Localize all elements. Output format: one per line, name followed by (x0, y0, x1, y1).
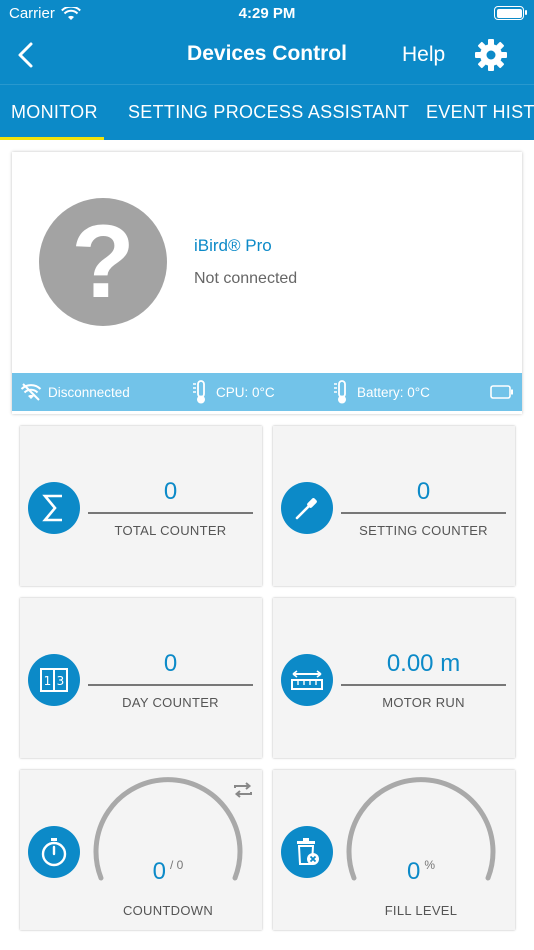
total-counter-label: TOTAL COUNTER (114, 523, 227, 538)
countdown-value-group: 0 / 0 (88, 858, 248, 886)
device-battery-icon (490, 373, 514, 411)
thermometer-icon (193, 380, 205, 404)
countdown-value: 0 (152, 858, 166, 885)
countdown-max: / 0 (170, 858, 184, 872)
fill-level-value-group: 0% (341, 858, 501, 886)
device-card: ? iBird® Pro Not connected Disconnected (12, 152, 522, 414)
battery-temperature-label: Battery: 0°C (357, 384, 430, 400)
countdown-label: COUNTDOWN (122, 903, 214, 918)
wifi-off-icon (20, 383, 42, 401)
connection-status: Not connected (194, 270, 298, 287)
trash-icon (281, 826, 333, 878)
device-info-bar: Disconnected CPU: 0°C Battery: 0°C (12, 373, 522, 411)
gear-icon[interactable] (473, 37, 509, 73)
fill-level-value: 0 (406, 858, 421, 885)
ruler-icon (281, 654, 333, 706)
total-counter-tile: 0 TOTAL COUNTER (20, 426, 262, 586)
monitor-content: ? iBird® Pro Not connected Disconnected (0, 140, 534, 950)
tab-event-history[interactable]: EVENT HISTO (426, 102, 534, 123)
fill-level-label: FILL LEVEL (384, 903, 458, 918)
divider (88, 684, 253, 686)
svg-text:3: 3 (57, 674, 65, 688)
network-status: Disconnected (20, 373, 130, 411)
tab-setting-process-assistant[interactable]: SETTING PROCESS ASSISTANT (128, 102, 409, 123)
calendar-counter-icon: 1 3 (28, 654, 80, 706)
divider (341, 512, 506, 514)
app: Carrier 4:29 PM Devices Control Help MON… (0, 0, 534, 950)
setting-counter-label: SETTING COUNTER (359, 523, 488, 538)
navigation-bar: Devices Control Help (0, 28, 534, 84)
pipette-icon (281, 482, 333, 534)
device-avatar: ? (39, 198, 167, 326)
motor-run-value: 0.00 m (386, 650, 461, 677)
network-status-label: Disconnected (48, 384, 130, 400)
phone-battery-icon (494, 6, 527, 20)
motor-run-tile: 0.00 m MOTOR RUN (273, 598, 515, 758)
divider (88, 512, 253, 514)
cpu-temperature: CPU: 0°C (192, 373, 275, 411)
day-counter-value: 0 (163, 650, 178, 677)
tab-bar: MONITOR SETTING PROCESS ASSISTANT EVENT … (0, 84, 534, 140)
question-mark-icon: ? (71, 204, 135, 320)
total-counter-value: 0 (163, 478, 178, 505)
svg-text:1: 1 (44, 674, 52, 688)
tab-monitor[interactable]: MONITOR (11, 102, 98, 123)
repeat-icon[interactable] (232, 780, 254, 800)
help-button[interactable]: Help (402, 43, 445, 67)
setting-counter-tile: 0 SETTING COUNTER (273, 426, 515, 586)
device-name: iBird® Pro (194, 236, 272, 255)
countdown-tile: 0 / 0 COUNTDOWN (20, 770, 262, 930)
battery-temperature: Battery: 0°C (333, 373, 430, 411)
fill-level-tile: 0% FILL LEVEL (273, 770, 515, 930)
top-bar: Carrier 4:29 PM Devices Control Help (0, 0, 534, 84)
status-bar: Carrier 4:29 PM (0, 0, 534, 28)
motor-run-label: MOTOR RUN (382, 695, 465, 710)
fill-level-unit: % (424, 858, 436, 872)
sigma-icon (28, 482, 80, 534)
setting-counter-value: 0 (416, 478, 431, 505)
page-title: Devices Control (187, 42, 347, 65)
cpu-temperature-label: CPU: 0°C (216, 384, 275, 400)
stopwatch-icon (28, 826, 80, 878)
day-counter-tile: 1 3 0 DAY COUNTER (20, 598, 262, 758)
status-time: 4:29 PM (238, 5, 296, 22)
divider (341, 684, 506, 686)
thermometer-icon (334, 380, 346, 404)
day-counter-label: DAY COUNTER (122, 695, 219, 710)
